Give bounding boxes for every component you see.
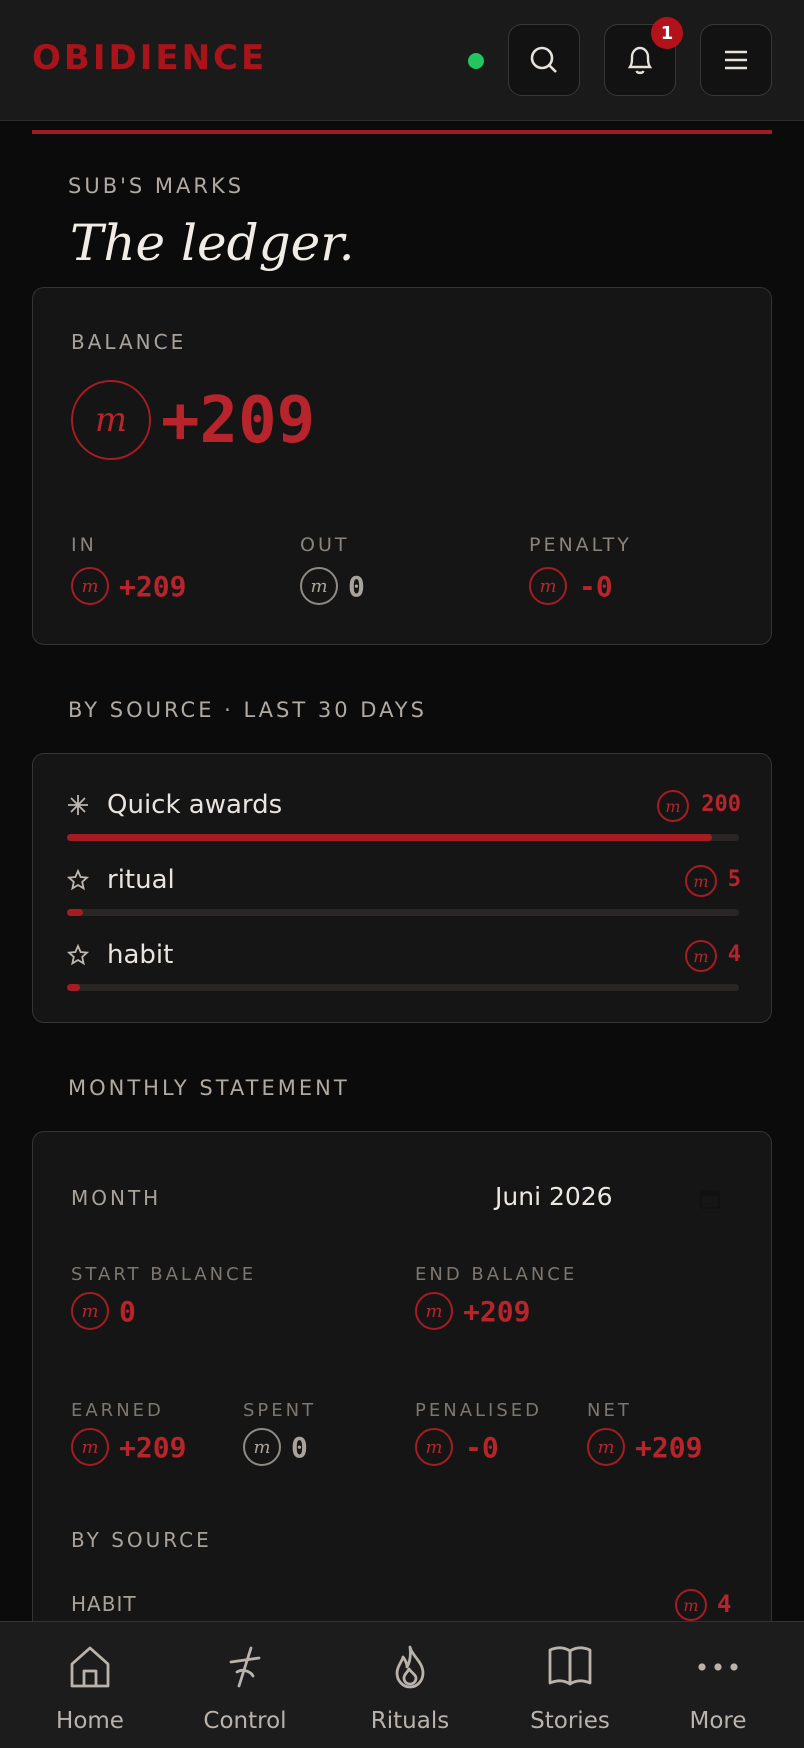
- out-value: 0: [348, 570, 365, 603]
- statement-by-source-label: BY SOURCE: [71, 1528, 212, 1552]
- mark-coin-icon: m: [675, 1589, 707, 1621]
- nav-stories[interactable]: Stories: [490, 1622, 650, 1748]
- end-balance-value: +209: [463, 1295, 531, 1328]
- mark-coin-icon: m: [243, 1428, 281, 1466]
- monthly-statement-heading: MONTHLY STATEMENT: [68, 1076, 350, 1100]
- page-kicker: SUB'S MARKS: [68, 174, 245, 198]
- nav-label: Home: [56, 1708, 124, 1734]
- nav-home[interactable]: Home: [10, 1622, 170, 1748]
- statement-source-label: HABIT: [71, 1592, 137, 1616]
- star-icon: [67, 869, 89, 891]
- source-amount: 5: [727, 867, 741, 892]
- control-icon: [229, 1646, 261, 1688]
- spent-value: 0: [291, 1431, 308, 1464]
- statement-source-amount: 4: [717, 1590, 732, 1618]
- by-source-card: Quick awards m 200 ritual m 5 habit m 4: [32, 753, 772, 1023]
- source-label: ritual: [107, 865, 175, 895]
- source-bar: [67, 834, 739, 841]
- by-source-heading: BY SOURCE · LAST 30 DAYS: [68, 698, 427, 722]
- source-bar: [67, 909, 739, 916]
- source-row[interactable]: ritual m 5: [33, 865, 773, 935]
- sparkle-icon: [68, 795, 88, 815]
- nav-label: Control: [203, 1708, 287, 1734]
- balance-value: +209: [161, 384, 316, 458]
- app-header: OBIDIENCE 1: [0, 0, 804, 121]
- month-value: Juni 2026: [495, 1182, 613, 1211]
- bottom-navigation: Home Control Rituals Stories More: [0, 1621, 804, 1748]
- mark-coin-icon: m: [685, 865, 717, 897]
- source-bar-fill: [67, 909, 84, 916]
- calendar-icon: [700, 1190, 720, 1209]
- source-row[interactable]: habit m 4: [33, 940, 773, 1010]
- start-balance-value: 0: [119, 1295, 136, 1328]
- book-icon: [548, 1646, 592, 1686]
- source-bar-fill: [67, 984, 81, 991]
- mark-coin-icon: m: [71, 1428, 109, 1466]
- source-label: Quick awards: [107, 790, 283, 820]
- notification-count-badge: 1: [651, 17, 683, 49]
- earned-value: +209: [119, 1431, 187, 1464]
- nav-control[interactable]: Control: [165, 1622, 325, 1748]
- mark-coin-icon: m: [657, 790, 689, 822]
- penalised-value: -0: [465, 1431, 499, 1464]
- source-amount: 200: [701, 792, 741, 817]
- mark-coin-icon: m: [71, 567, 109, 605]
- nav-label: Stories: [530, 1708, 610, 1734]
- menu-button[interactable]: [700, 24, 772, 96]
- mark-coin-icon: m: [415, 1292, 453, 1330]
- search-icon: [530, 46, 557, 73]
- source-bar-fill: [67, 834, 713, 841]
- start-balance-label: START BALANCE: [71, 1264, 257, 1285]
- mark-coin-icon: m: [71, 380, 151, 460]
- month-picker[interactable]: Juni 2026: [413, 1178, 743, 1222]
- out-label: OUT: [300, 534, 350, 556]
- penalty-value: -0: [579, 570, 613, 603]
- mark-coin-icon: m: [415, 1428, 453, 1466]
- online-status-indicator: [468, 53, 484, 69]
- spent-label: SPENT: [243, 1400, 317, 1421]
- penalised-label: PENALISED: [415, 1400, 543, 1421]
- source-label: habit: [107, 940, 174, 970]
- month-label: MONTH: [71, 1186, 162, 1210]
- mark-coin-icon: m: [587, 1428, 625, 1466]
- star-icon: [67, 944, 89, 966]
- hamburger-menu-icon: [725, 50, 747, 70]
- source-row[interactable]: Quick awards m 200: [33, 790, 773, 860]
- net-label: NET: [587, 1400, 632, 1421]
- end-balance-label: END BALANCE: [415, 1264, 578, 1285]
- net-value: +209: [635, 1431, 703, 1464]
- accent-divider: [32, 130, 772, 134]
- search-button[interactable]: [508, 24, 580, 96]
- nav-label: Rituals: [370, 1708, 450, 1734]
- mark-coin-icon: m: [685, 940, 717, 972]
- balance-card: BALANCE m +209 IN m +209 OUT m 0 PENALTY…: [32, 287, 772, 645]
- in-value: +209: [119, 570, 187, 603]
- notifications-button[interactable]: 1: [604, 17, 683, 96]
- earned-label: EARNED: [71, 1400, 164, 1421]
- bell-icon: [627, 46, 653, 75]
- page-title: The ledger.: [70, 214, 355, 272]
- mark-coin-icon: m: [300, 567, 338, 605]
- mark-coin-icon: m: [529, 567, 567, 605]
- source-amount: 4: [727, 942, 741, 967]
- nav-more[interactable]: More: [638, 1622, 798, 1748]
- in-label: IN: [71, 534, 97, 556]
- nav-label: More: [689, 1708, 747, 1734]
- nav-rituals[interactable]: Rituals: [330, 1622, 490, 1748]
- mark-coin-icon: m: [71, 1292, 109, 1330]
- home-icon: [70, 1646, 110, 1688]
- flame-icon: [395, 1645, 425, 1689]
- source-bar: [67, 984, 739, 991]
- more-icon: [698, 1663, 738, 1671]
- penalty-label: PENALTY: [529, 534, 632, 556]
- brand-logo[interactable]: OBIDIENCE: [32, 38, 267, 78]
- balance-label: BALANCE: [71, 330, 187, 354]
